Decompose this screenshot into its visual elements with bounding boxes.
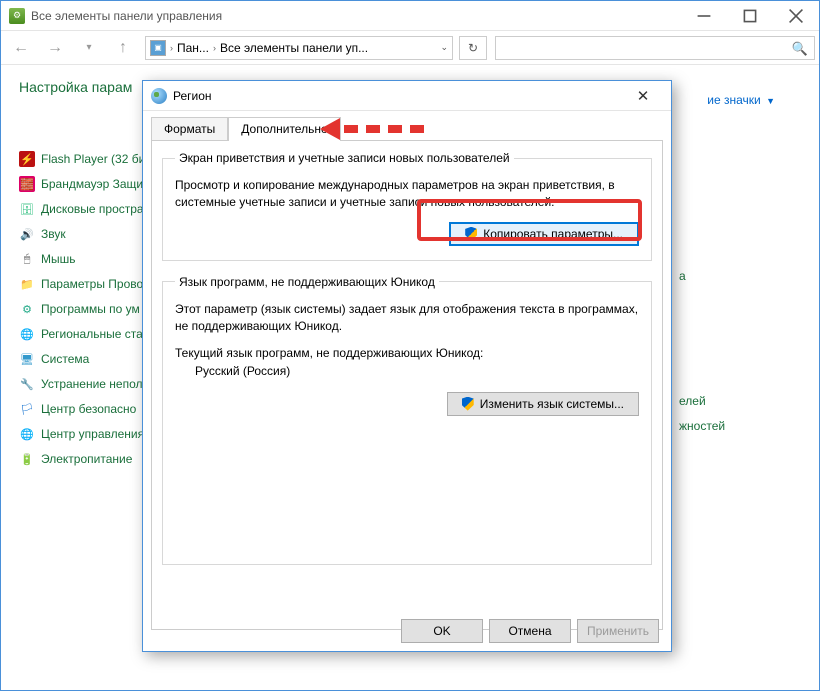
- region-icon: 🌐: [19, 326, 35, 342]
- search-icon: 🔍: [792, 41, 808, 57]
- item-label: Параметры Прово: [41, 277, 143, 291]
- item-label: Электропитание: [41, 452, 132, 466]
- list-item[interactable]: 🖱 Мышь: [19, 251, 151, 267]
- list-item[interactable]: 🧱 Брандмауэр Защи: [19, 176, 151, 192]
- sound-icon: 🔊: [19, 226, 35, 242]
- breadcrumb-segment[interactable]: Все элементы панели уп...: [220, 41, 368, 55]
- navbar: ← → ▾ ↑ ▣ › Пан... › Все элементы панели…: [1, 31, 819, 65]
- flash-icon: ⚡: [19, 151, 35, 167]
- non-unicode-group: Язык программ, не поддерживающих Юникод …: [162, 275, 652, 565]
- page-heading: Настройка парам: [19, 79, 151, 95]
- apply-button[interactable]: Применить: [577, 619, 659, 643]
- item-label: Брандмауэр Защи: [41, 177, 143, 191]
- copy-settings-button[interactable]: Копировать параметры...: [449, 222, 639, 246]
- partial-label: а: [679, 269, 686, 283]
- change-system-locale-button[interactable]: Изменить язык системы...: [447, 392, 639, 416]
- search-input[interactable]: 🔍: [495, 36, 815, 60]
- item-label: Центр управления: [41, 427, 144, 441]
- storage-icon: 🗄: [19, 201, 35, 217]
- group-legend: Язык программ, не поддерживающих Юникод: [175, 275, 439, 289]
- current-language-label: Текущий язык программ, не поддерживающих…: [175, 346, 639, 360]
- button-label: Копировать параметры...: [483, 227, 623, 241]
- partial-label: елей: [679, 394, 706, 408]
- breadcrumb[interactable]: ▣ › Пан... › Все элементы панели уп... ⌄: [145, 36, 453, 60]
- group-description: Просмотр и копирование международных пар…: [175, 177, 639, 212]
- nav-forward-button[interactable]: →: [39, 34, 71, 62]
- list-item[interactable]: ⚡ Flash Player (32 бит: [19, 151, 151, 167]
- window-controls: [681, 1, 819, 31]
- dialog-body: Экран приветствия и учетные записи новых…: [151, 140, 663, 630]
- ok-button[interactable]: OK: [401, 619, 483, 643]
- list-item[interactable]: 🏳 Центр безопасно: [19, 401, 151, 417]
- list-item[interactable]: 📁 Параметры Прово: [19, 276, 151, 292]
- control-panel-icon: ⚙: [9, 8, 25, 24]
- view-mode-link[interactable]: ие значки ▼: [707, 93, 775, 107]
- nav-back-button[interactable]: ←: [5, 34, 37, 62]
- tabstrip: Форматы Дополнительно: [143, 111, 671, 140]
- welcome-screen-group: Экран приветствия и учетные записи новых…: [162, 151, 652, 261]
- security-icon: 🏳: [19, 401, 35, 417]
- list-item[interactable]: 🌐 Центр управления: [19, 426, 151, 442]
- firewall-icon: 🧱: [19, 176, 35, 192]
- tab-formats[interactable]: Форматы: [151, 117, 228, 141]
- item-label: Программы по ум: [41, 302, 140, 316]
- globe-icon: [151, 88, 167, 104]
- view-link-label: ие значки: [707, 93, 760, 107]
- uac-shield-icon: [462, 397, 474, 411]
- item-label: Устранение непол: [41, 377, 143, 391]
- network-icon: 🌐: [19, 426, 35, 442]
- list-item[interactable]: 🔧 Устранение непол: [19, 376, 151, 392]
- breadcrumb-segment[interactable]: Пан...: [177, 41, 209, 55]
- dialog-title: Регион: [173, 89, 212, 103]
- group-description: Этот параметр (язык системы) задает язык…: [175, 301, 639, 336]
- system-icon: 🖥: [19, 351, 35, 367]
- item-label: Звук: [41, 227, 66, 241]
- list-item[interactable]: ⚙ Программы по ум: [19, 301, 151, 317]
- group-legend: Экран приветствия и учетные записи новых…: [175, 151, 514, 165]
- chevron-down-icon: ▼: [766, 96, 775, 106]
- chevron-right-icon: ›: [213, 43, 216, 53]
- dialog-footer: OK Отмена Применить: [401, 619, 659, 643]
- breadcrumb-icon: ▣: [150, 40, 166, 56]
- list-item[interactable]: 🌐 Региональные ста: [19, 326, 151, 342]
- current-language-value: Русский (Россия): [195, 364, 639, 378]
- item-label: Мышь: [41, 252, 76, 266]
- dialog-titlebar: Регион ✕: [143, 81, 671, 111]
- defaults-icon: ⚙: [19, 301, 35, 317]
- tab-advanced[interactable]: Дополнительно: [228, 117, 340, 141]
- nav-up-button[interactable]: ↑: [107, 34, 139, 62]
- chevron-down-icon[interactable]: ⌄: [440, 42, 448, 53]
- item-label: Региональные ста: [41, 327, 143, 341]
- nav-history-button[interactable]: ▾: [73, 34, 105, 62]
- titlebar: ⚙ Все элементы панели управления: [1, 1, 819, 31]
- power-icon: 🔋: [19, 451, 35, 467]
- list-item[interactable]: 🔊 Звук: [19, 226, 151, 242]
- list-item[interactable]: 🖥 Система: [19, 351, 151, 367]
- item-label: Центр безопасно: [41, 402, 136, 416]
- region-dialog: Регион ✕ Форматы Дополнительно Экран при…: [142, 80, 672, 652]
- maximize-button[interactable]: [727, 1, 773, 31]
- minimize-button[interactable]: [681, 1, 727, 31]
- cancel-button[interactable]: Отмена: [489, 619, 571, 643]
- window-title: Все элементы панели управления: [31, 9, 681, 23]
- partial-label: жностей: [679, 419, 725, 433]
- refresh-button[interactable]: ↻: [459, 36, 487, 60]
- item-label: Система: [41, 352, 89, 366]
- item-label: Flash Player (32 бит: [41, 152, 151, 166]
- chevron-right-icon: ›: [170, 43, 173, 53]
- close-button[interactable]: [773, 1, 819, 31]
- mouse-icon: 🖱: [19, 251, 35, 267]
- explorer-icon: 📁: [19, 276, 35, 292]
- item-label: Дисковые простран: [41, 202, 150, 216]
- button-label: Изменить язык системы...: [480, 397, 624, 411]
- list-item[interactable]: 🗄 Дисковые простран: [19, 201, 151, 217]
- control-panel-item-list: ⚡ Flash Player (32 бит 🧱 Брандмауэр Защи 🗄…: [19, 151, 151, 467]
- troubleshoot-icon: 🔧: [19, 376, 35, 392]
- list-item[interactable]: 🔋 Электропитание: [19, 451, 151, 467]
- dialog-close-button[interactable]: ✕: [623, 81, 663, 111]
- uac-shield-icon: [465, 227, 477, 241]
